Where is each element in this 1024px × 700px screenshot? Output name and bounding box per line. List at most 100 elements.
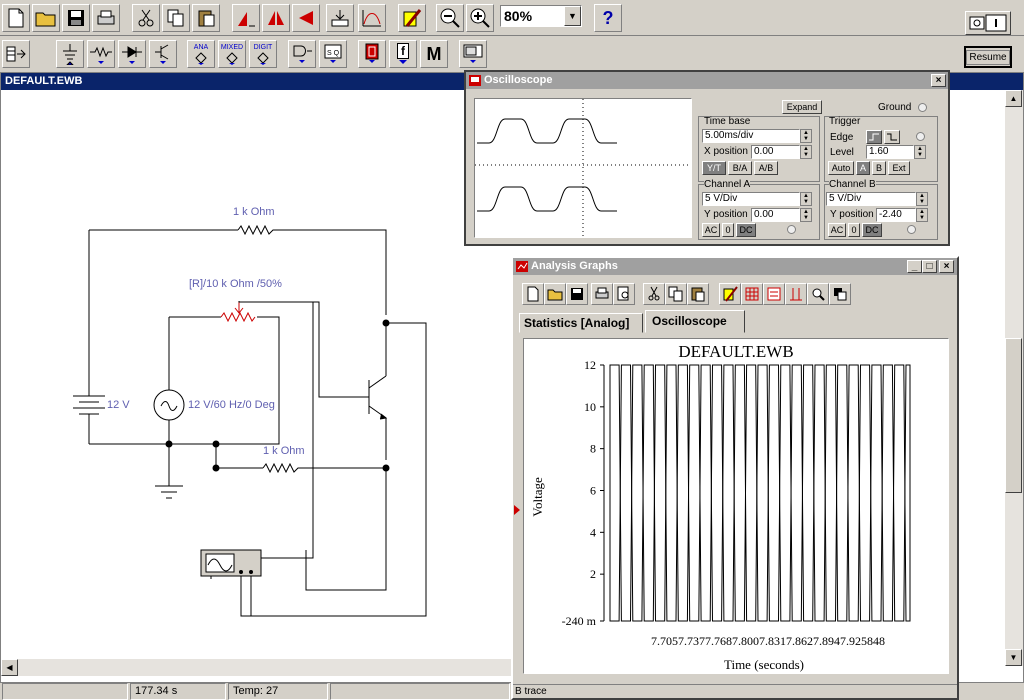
channel-a-zero-button[interactable]: 0 [722, 223, 734, 237]
channel-b-vdiv-spinner[interactable]: ▲ ▼ [916, 192, 928, 206]
zoom-dropdown-arrow[interactable]: ▼ [564, 6, 581, 26]
tab-oscilloscope[interactable]: Oscilloscope [645, 310, 745, 333]
diodes-bin-button[interactable] [118, 40, 146, 68]
scroll-up-arrow[interactable]: ▲ [1005, 90, 1022, 107]
rotate-button[interactable] [232, 4, 260, 32]
timebase-spinner[interactable]: ▲ ▼ [800, 129, 812, 143]
analysis-titlebar[interactable]: Analysis Graphs [513, 258, 957, 275]
instruments-bin-button[interactable] [459, 40, 487, 68]
oscilloscope-titlebar[interactable]: Oscilloscope [466, 72, 948, 89]
zoom-in-button[interactable] [466, 4, 494, 32]
oscilloscope-chart: DEFAULT.EWB Voltage Time (seconds) 7.705… [530, 342, 911, 672]
print-button[interactable] [92, 4, 120, 32]
copy-button[interactable] [162, 4, 190, 32]
resistor-icon [90, 46, 112, 64]
level-spinner[interactable]: ▲ ▼ [914, 145, 926, 159]
level-field[interactable]: 1.60 [866, 145, 914, 159]
trigger-ext-button[interactable]: Ext [888, 161, 910, 175]
analysis-paste-button[interactable] [687, 283, 709, 305]
analysis-legend-button[interactable] [763, 283, 785, 305]
resume-button[interactable]: Resume [964, 46, 1012, 68]
analysis-print-button[interactable] [591, 283, 613, 305]
ground-terminal[interactable] [918, 103, 927, 112]
analysis-cursors-button[interactable] [785, 283, 807, 305]
channel-b-ac-button[interactable]: AC [828, 223, 846, 237]
basic-bin-button[interactable] [87, 40, 115, 68]
transistors-bin-button[interactable] [149, 40, 177, 68]
xpos-field[interactable]: 0.00 [751, 145, 800, 159]
channel-b-dc-button[interactable]: DC [862, 223, 882, 237]
analog-ics-bin-button[interactable]: ANA [187, 40, 215, 68]
analysis-print-preview-button[interactable] [613, 283, 635, 305]
zoom-select[interactable]: 80% ▼ [500, 5, 582, 27]
scissors-icon [138, 9, 154, 27]
analysis-copy-button[interactable] [665, 283, 687, 305]
save-button[interactable] [62, 4, 90, 32]
logic-gates-bin-button[interactable] [288, 40, 316, 68]
flip-horizontal-button[interactable] [262, 4, 290, 32]
digital-bin-button[interactable]: S Q [319, 40, 347, 68]
trigger-a-button[interactable]: A [856, 161, 870, 175]
channel-b-zero-button[interactable]: 0 [848, 223, 860, 237]
vertical-scrollbar[interactable]: ▲ ▼ [1005, 90, 1023, 666]
chart-x-tick-labels: 7.7057.7377.7687.8007.8317.8627.8947.925… [651, 634, 885, 648]
edge-falling-button[interactable] [884, 130, 900, 144]
analysis-maximize-button[interactable]: □ [922, 260, 937, 273]
channel-b-ypos-spinner[interactable]: ▲ ▼ [916, 208, 928, 222]
analysis-reverse-colors-button[interactable] [829, 283, 851, 305]
channel-a-ypos-field[interactable]: 0.00 [751, 208, 800, 222]
analysis-zoom-button[interactable] [807, 283, 829, 305]
trigger-b-button[interactable]: B [872, 161, 886, 175]
power-switch[interactable] [965, 11, 1011, 35]
analysis-open-button[interactable] [544, 283, 566, 305]
paste-button[interactable] [192, 4, 220, 32]
flip-vertical-button[interactable] [292, 4, 320, 32]
mode-yt-button[interactable]: Y/T [702, 161, 726, 175]
channel-a-dc-button[interactable]: DC [736, 223, 756, 237]
analysis-close-button[interactable]: × [939, 260, 954, 273]
help-button[interactable]: ? [594, 4, 622, 32]
mode-ba-button[interactable]: B/A [728, 161, 752, 175]
cut-button[interactable] [132, 4, 160, 32]
xpos-spinner[interactable]: ▲ ▼ [800, 145, 812, 159]
graph-button[interactable] [358, 4, 386, 32]
channel-b-terminal[interactable] [907, 225, 916, 234]
analysis-new-button[interactable] [522, 283, 544, 305]
open-button[interactable] [32, 4, 60, 32]
channel-a-ypos-spinner[interactable]: ▲ ▼ [800, 208, 812, 222]
trigger-auto-button[interactable]: Auto [828, 161, 854, 175]
trigger-terminal[interactable] [916, 132, 925, 141]
oscilloscope-close-button[interactable]: × [931, 74, 946, 87]
channel-b-ypos-field[interactable]: -2.40 [876, 208, 916, 222]
channel-a-ac-button[interactable]: AC [702, 223, 720, 237]
analysis-minimize-button[interactable]: _ [907, 260, 922, 273]
analysis-properties-button[interactable] [719, 283, 741, 305]
parts-favorites-button[interactable] [2, 40, 30, 68]
indicators-bin-button[interactable] [358, 40, 386, 68]
channel-a-terminal[interactable] [787, 225, 796, 234]
mixed-ics-bin-button[interactable]: MIXED [218, 40, 246, 68]
expand-button[interactable]: Expand [782, 100, 822, 114]
edge-rising-button[interactable] [866, 130, 882, 144]
vertical-scroll-thumb[interactable] [1005, 338, 1022, 493]
analysis-save-button[interactable] [566, 283, 588, 305]
horizontal-scrollbar[interactable]: ◀ [1, 659, 513, 676]
channel-a-vdiv-field[interactable]: 5 V/Div [702, 192, 800, 206]
zoom-out-button[interactable] [436, 4, 464, 32]
channel-a-vdiv-spinner[interactable]: ▲ ▼ [800, 192, 812, 206]
subcircuit-button[interactable] [326, 4, 354, 32]
miscellaneous-bin-button[interactable]: M [420, 40, 448, 68]
scroll-down-arrow[interactable]: ▼ [1005, 649, 1022, 666]
analysis-grid-button[interactable] [741, 283, 763, 305]
mode-ab-button[interactable]: A/B [754, 161, 778, 175]
analysis-cut-button[interactable] [643, 283, 665, 305]
controls-bin-button[interactable]: f [389, 40, 417, 68]
scroll-left-arrow[interactable]: ◀ [1, 659, 18, 676]
timebase-field[interactable]: 5.00ms/div [702, 129, 800, 143]
channel-b-vdiv-field[interactable]: 5 V/Div [826, 192, 916, 206]
new-button[interactable] [2, 4, 30, 32]
description-button[interactable] [398, 4, 426, 32]
digital-ics-bin-button[interactable]: DIGIT [249, 40, 277, 68]
sources-bin-button[interactable] [56, 40, 84, 68]
tab-statistics[interactable]: Statistics [Analog] [519, 313, 643, 333]
